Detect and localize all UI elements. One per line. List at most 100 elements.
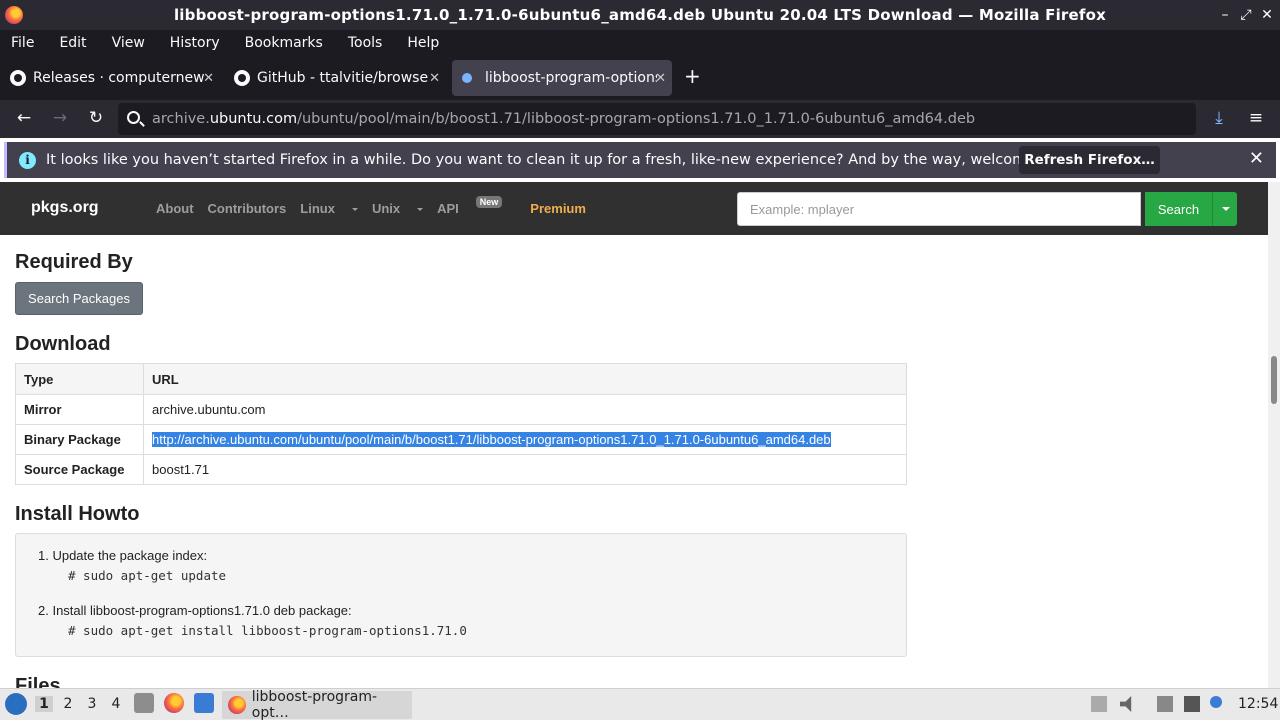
- reload-button[interactable]: ↻: [85, 108, 107, 128]
- menu-view[interactable]: View: [112, 35, 145, 51]
- row-type: Source Package: [15, 454, 144, 485]
- workspace-1[interactable]: 1: [35, 696, 53, 712]
- new-badge: New: [475, 196, 503, 208]
- github-icon: [234, 70, 250, 86]
- url-path: /ubuntu/pool/main/b/boost1.71/libboost-p…: [297, 111, 976, 127]
- install-howto-heading: Install Howto: [15, 503, 140, 525]
- firefox-logo-icon: [5, 6, 23, 24]
- nav-premium[interactable]: Premium: [530, 201, 586, 216]
- page-favicon-icon: [462, 73, 472, 83]
- nav-unix-label: Unix: [371, 201, 401, 216]
- info-icon: i: [19, 151, 36, 169]
- minimize-button[interactable]: –: [1216, 5, 1234, 25]
- step-2-text: 2. Install libboost-program-options1.71.…: [38, 603, 352, 618]
- tab-strip: Releases · computernewb/ ✕ GitHub - ttal…: [0, 56, 1280, 100]
- url-host-prefix: archive.: [152, 111, 210, 127]
- refresh-notification: i It looks like you haven’t started Fire…: [4, 142, 1276, 178]
- tab-label: Releases · computernewb/: [33, 70, 205, 86]
- row-url[interactable]: archive.ubuntu.com: [143, 394, 907, 425]
- search-icon: [127, 111, 140, 124]
- search-packages-button[interactable]: Search Packages: [15, 282, 143, 315]
- nav-contributors[interactable]: Contributors: [208, 201, 287, 216]
- close-tab-icon[interactable]: ✕: [203, 71, 214, 86]
- refresh-firefox-button[interactable]: Refresh Firefox…: [1019, 146, 1160, 174]
- downloads-icon[interactable]: ⤓: [1208, 108, 1230, 128]
- menu-tools[interactable]: Tools: [348, 35, 383, 51]
- row-type: Binary Package: [15, 424, 144, 455]
- tab-label: libboost-program-options: [485, 70, 657, 86]
- clipboard-icon[interactable]: [1157, 696, 1173, 712]
- row-url[interactable]: boost1.71: [143, 454, 907, 485]
- terminal-icon[interactable]: [194, 693, 214, 713]
- file-manager-icon[interactable]: [134, 693, 154, 713]
- close-tab-icon[interactable]: ✕: [429, 71, 440, 86]
- install-howto-box: 1. Update the package index: # sudo apt-…: [15, 533, 907, 657]
- row-type: Mirror: [15, 394, 144, 425]
- start-menu-icon[interactable]: [5, 693, 27, 715]
- workspace-3[interactable]: 3: [83, 696, 101, 712]
- close-notification-icon[interactable]: ✕: [1249, 148, 1264, 169]
- new-tab-button[interactable]: +: [684, 64, 701, 88]
- command-1: # sudo apt-get update: [68, 568, 227, 583]
- site-nav-links: About Contributors Linux Unix API New Pre…: [156, 196, 600, 216]
- menu-help[interactable]: Help: [407, 35, 439, 51]
- network-icon[interactable]: [1184, 696, 1200, 712]
- menu-history[interactable]: History: [170, 35, 220, 51]
- site-brand[interactable]: pkgs.org: [31, 199, 99, 217]
- table-row: Binary Package http://archive.ubuntu.com…: [15, 424, 907, 455]
- notification-icon[interactable]: [1210, 696, 1222, 708]
- menu-bookmarks[interactable]: Bookmarks: [245, 35, 323, 51]
- scrollbar-thumb[interactable]: [1271, 356, 1277, 404]
- notification-message: It looks like you haven’t started Firefo…: [46, 152, 1081, 168]
- taskbar: 1 2 3 4 libboost-program-opt… 12:54: [0, 688, 1280, 720]
- chevron-down-icon: [351, 208, 358, 212]
- table-row: Source Package boost1.71: [15, 454, 907, 485]
- tab-releases[interactable]: Releases · computernewb/ ✕: [0, 60, 220, 96]
- navigation-bar: ← → ↻ archive. ubuntu.com/ubuntu/pool/mai…: [0, 100, 1280, 138]
- row-url-cell: http://archive.ubuntu.com/ubuntu/pool/ma…: [143, 424, 907, 455]
- binary-package-link[interactable]: http://archive.ubuntu.com/ubuntu/pool/ma…: [152, 432, 831, 447]
- close-tab-icon[interactable]: ✕: [655, 71, 666, 86]
- nav-api-label: API: [437, 201, 459, 216]
- nav-about[interactable]: About: [156, 201, 194, 216]
- window-title: libboost-program-options1.71.0_1.71.0-6u…: [173, 6, 1107, 24]
- window-titlebar: libboost-program-options1.71.0_1.71.0-6u…: [0, 0, 1280, 30]
- volume-icon[interactable]: [1120, 696, 1132, 712]
- nav-api[interactable]: API New: [437, 196, 516, 216]
- back-button[interactable]: ←: [13, 108, 35, 128]
- column-header-type: Type: [15, 363, 144, 395]
- taskbar-window-label: libboost-program-opt…: [251, 689, 378, 720]
- workspace-2[interactable]: 2: [59, 696, 77, 712]
- chevron-down-icon: [417, 208, 424, 212]
- url-bar[interactable]: archive. ubuntu.com/ubuntu/pool/main/b/bo…: [118, 103, 1196, 135]
- close-window-button[interactable]: ✕: [1258, 5, 1276, 25]
- nav-linux-label: Linux: [300, 201, 335, 216]
- table-header-row: Type URL: [15, 363, 907, 395]
- search-dropdown-toggle[interactable]: [1212, 192, 1237, 226]
- github-icon: [10, 70, 26, 86]
- menu-edit[interactable]: Edit: [59, 35, 86, 51]
- nav-unix[interactable]: Unix: [371, 201, 424, 216]
- forward-button[interactable]: →: [49, 108, 71, 128]
- download-table: Type URL Mirror archive.ubuntu.com Binar…: [15, 363, 907, 485]
- workspace-4[interactable]: 4: [107, 696, 125, 712]
- files-heading: Files: [15, 675, 61, 688]
- app-menu-icon[interactable]: ≡: [1245, 108, 1267, 128]
- command-2: # sudo apt-get install libboost-program-…: [68, 623, 467, 638]
- tab-libboost[interactable]: libboost-program-options ✕: [452, 60, 672, 96]
- table-row: Mirror archive.ubuntu.com: [15, 394, 907, 425]
- tab-github[interactable]: GitHub - ttalvitie/browser ✕: [224, 60, 446, 96]
- download-heading: Download: [15, 333, 111, 355]
- page-scrollbar[interactable]: [1268, 182, 1280, 688]
- nav-linux[interactable]: Linux: [300, 201, 358, 216]
- maximize-button[interactable]: ⤢: [1237, 5, 1255, 25]
- firefox-launcher-icon[interactable]: [164, 693, 184, 713]
- clock: 12:54: [1238, 696, 1279, 712]
- taskbar-firefox-window[interactable]: libboost-program-opt…: [222, 689, 412, 720]
- menu-file[interactable]: File: [11, 35, 34, 51]
- required-by-heading: Required By: [15, 251, 133, 273]
- tray-updates-icon[interactable]: [1091, 696, 1107, 712]
- site-search-input[interactable]: Example: mplayer: [737, 192, 1141, 226]
- site-search-button[interactable]: Search: [1145, 192, 1212, 226]
- step-1-text: 1. Update the package index:: [38, 548, 208, 563]
